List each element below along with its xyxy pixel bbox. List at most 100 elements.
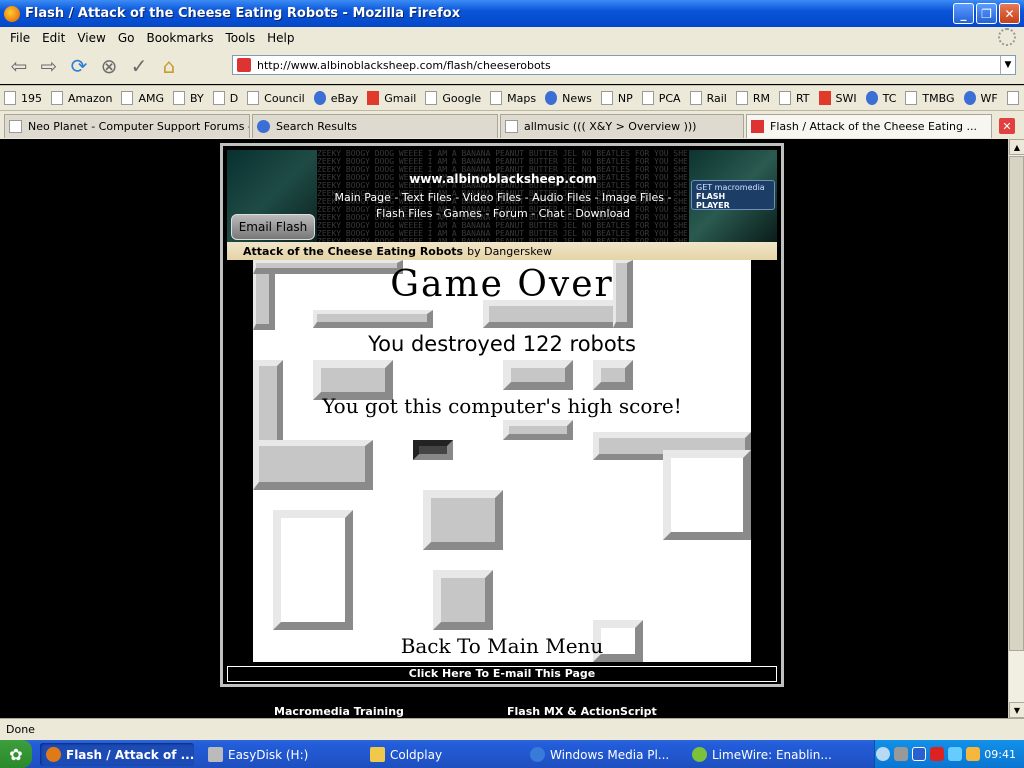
spellcheck-button[interactable]: ✓	[126, 53, 152, 79]
bookmark-item[interactable]: Gmail	[367, 91, 416, 105]
np-icon	[600, 91, 613, 105]
info-icon	[545, 91, 558, 105]
footer-link-macromedia-training[interactable]: Macromedia Training	[274, 705, 404, 718]
bookmark-item[interactable]: RM	[735, 91, 770, 105]
restore-button[interactable]: ❐	[976, 3, 997, 24]
maps-icon	[490, 91, 503, 105]
bookmark-item[interactable]: News	[545, 91, 592, 105]
scroll-down-button[interactable]: ▼	[1009, 702, 1024, 718]
game-over-title: Game Over	[390, 264, 614, 305]
tc-icon	[865, 91, 878, 105]
tab-flash[interactable]: Flash / Attack of the Cheese Eating ...	[746, 114, 992, 138]
menu-view[interactable]: View	[71, 31, 111, 45]
back-to-main-menu-button[interactable]: Back To Main Menu	[253, 634, 751, 658]
system-tray: 09:41	[874, 740, 1024, 768]
menu-help[interactable]: Help	[261, 31, 300, 45]
drive-icon	[208, 747, 223, 762]
bookmark-item[interactable]: NP	[600, 91, 633, 105]
network-icon[interactable]	[948, 747, 963, 761]
maze-block	[423, 490, 503, 550]
rm-icon	[735, 91, 748, 105]
bookmark-item[interactable]: Maps	[490, 91, 536, 105]
url-dropdown-button[interactable]: ▼	[1000, 56, 1015, 74]
back-button[interactable]: ⇦	[6, 53, 32, 79]
stop-button[interactable]: ⊗	[96, 53, 122, 79]
bookmark-item[interactable]: Rail	[689, 91, 727, 105]
site-frame: Email Flash ZEEKY BOOGY DOOG WEEEE I AM …	[220, 143, 784, 687]
bookmark-item[interactable]: eBay	[313, 91, 358, 105]
bookmark-item[interactable]: AMG	[121, 91, 164, 105]
tab-search-results[interactable]: Search Results	[252, 114, 498, 138]
url-input[interactable]	[257, 58, 1000, 72]
get-flash-player-badge[interactable]: GET macromedia FLASH PLAYER	[691, 180, 775, 210]
taskbar-item-media-player[interactable]: Windows Media Pl...	[524, 743, 678, 766]
page-content: Email Flash ZEEKY BOOGY DOOG WEEEE I AM …	[0, 139, 1008, 718]
high-score-text: You got this computer's high score!	[322, 394, 682, 418]
forward-button[interactable]: ⇨	[36, 53, 62, 79]
page-icon	[1006, 91, 1019, 105]
start-button[interactable]: ✿	[0, 740, 32, 768]
close-button[interactable]: ✕	[999, 3, 1020, 24]
bookmark-item[interactable]: D	[212, 91, 238, 105]
bookmark-item[interactable]: BY	[173, 91, 204, 105]
vertical-scrollbar[interactable]: ▲ ▼	[1008, 139, 1024, 718]
site-navigation[interactable]: Main Page - Text Files - Video Files - A…	[321, 190, 685, 222]
bookmark-item[interactable]: TMBG	[905, 91, 955, 105]
menu-bookmarks[interactable]: Bookmarks	[140, 31, 219, 45]
maze-block	[253, 440, 373, 490]
scroll-up-button[interactable]: ▲	[1009, 139, 1024, 155]
menu-tools[interactable]: Tools	[220, 31, 262, 45]
close-tab-icon[interactable]: ✕	[999, 118, 1015, 134]
tab-allmusic[interactable]: allmusic ((( X&Y > Overview )))	[500, 114, 744, 138]
google-icon	[425, 91, 438, 105]
window-controls: _ ❐ ✕	[953, 3, 1020, 24]
shield-icon[interactable]	[912, 747, 927, 761]
volume-icon[interactable]	[966, 747, 981, 761]
taskbar-item-firefox[interactable]: Flash / Attack of ...	[40, 743, 194, 766]
tray-app-icon[interactable]	[894, 747, 909, 761]
scrollbar-thumb[interactable]	[1009, 156, 1024, 651]
bookmark-item[interactable]: Amazon	[51, 91, 112, 105]
window-title: Flash / Attack of the Cheese Eating Robo…	[25, 6, 461, 21]
info-icon	[313, 91, 326, 105]
ati-icon[interactable]	[930, 747, 945, 761]
bookmark-item[interactable]: Z	[1006, 91, 1024, 105]
home-button[interactable]: ⌂	[156, 53, 182, 79]
email-page-link[interactable]: Click Here To E-mail This Page	[227, 666, 777, 682]
menu-file[interactable]: File	[4, 31, 36, 45]
maze-block	[273, 510, 353, 630]
bookmark-item[interactable]: Google	[425, 91, 481, 105]
minimize-button[interactable]: _	[953, 3, 974, 24]
tray-expand-icon[interactable]	[876, 747, 891, 761]
header-left-graphic: Email Flash	[227, 150, 317, 242]
page-icon	[247, 91, 260, 105]
footer-links: Macromedia Training Flash MX & ActionScr…	[0, 705, 1008, 718]
status-text: Done	[6, 723, 35, 736]
bookmark-item[interactable]: SWI	[818, 91, 857, 105]
menu-go[interactable]: Go	[112, 31, 141, 45]
flash-game[interactable]: Game Over You destroyed 122 robots You g…	[227, 260, 777, 662]
taskbar-item-coldplay[interactable]: Coldplay	[364, 743, 518, 766]
bookmark-item[interactable]: Council	[247, 91, 305, 105]
bookmark-item[interactable]: WF	[963, 91, 998, 105]
throbber-icon	[998, 28, 1016, 46]
footer-link-flash-mx[interactable]: Flash MX & ActionScript	[507, 705, 657, 718]
page-icon	[51, 91, 63, 105]
maze-block	[503, 360, 573, 390]
page-icon	[9, 120, 22, 133]
site-domain-link[interactable]: www.albinoblacksheep.com	[317, 172, 689, 186]
maze-block	[663, 450, 751, 540]
info-icon	[963, 91, 976, 105]
bookmark-item[interactable]: PCA	[641, 91, 681, 105]
reload-button[interactable]: ⟳	[66, 53, 92, 79]
email-flash-button[interactable]: Email Flash	[231, 214, 315, 240]
bookmark-item[interactable]: 195	[4, 91, 42, 105]
taskbar-item-limewire[interactable]: LimeWire: Enablin...	[686, 743, 846, 766]
tab-neoplanet[interactable]: Neo Planet - Computer Support Forums ->.…	[4, 114, 250, 138]
taskbar-item-easydisk[interactable]: EasyDisk (H:)	[202, 743, 356, 766]
game-stage[interactable]: Game Over You destroyed 122 robots You g…	[253, 260, 751, 662]
bookmark-item[interactable]: RT	[778, 91, 810, 105]
page-icon	[121, 91, 134, 105]
bookmark-item[interactable]: TC	[865, 91, 896, 105]
menu-edit[interactable]: Edit	[36, 31, 71, 45]
